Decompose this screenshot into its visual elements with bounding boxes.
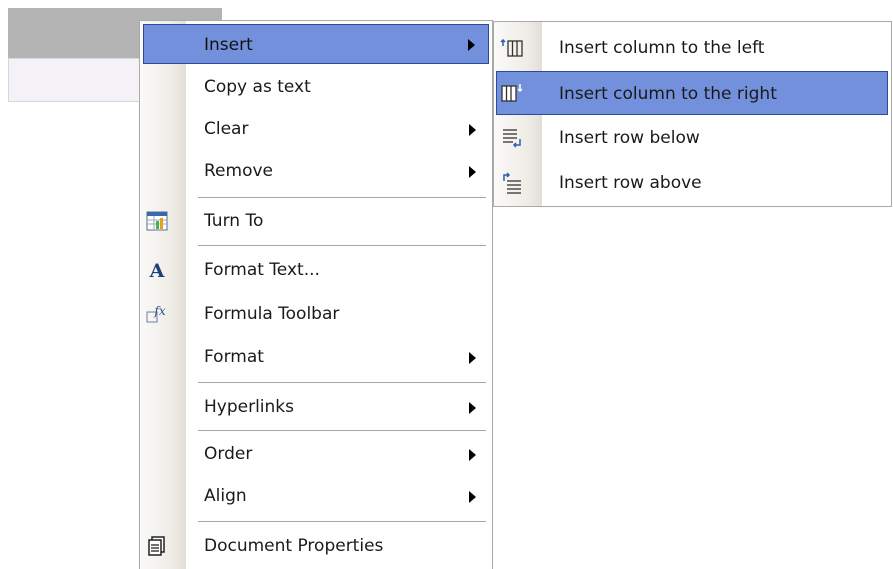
menu-item-label: Copy as text	[204, 77, 311, 97]
format-text-icon: A	[149, 260, 165, 280]
menu-separator	[198, 382, 486, 383]
menu-item-hyperlinks[interactable]: Hyperlinks	[140, 387, 492, 427]
submenu-arrow-icon	[469, 402, 476, 414]
menu-item-label: Turn To	[204, 211, 264, 231]
menu-item-label: Insert	[204, 35, 253, 55]
svg-text:A: A	[149, 260, 165, 280]
insert-column-left-icon	[500, 38, 523, 57]
svg-text:fx: fx	[153, 304, 165, 318]
menu-item-formula-toolbar[interactable]: fx Formula Toolbar	[140, 294, 492, 334]
menu-item-order[interactable]: Order	[140, 434, 492, 474]
formula-icon: fx	[146, 304, 166, 323]
menu-separator	[198, 521, 486, 522]
menu-item-label: Format	[204, 347, 264, 367]
submenu-item-insert-row-below[interactable]: Insert row below	[494, 116, 891, 160]
menu-item-turn-to[interactable]: Turn To	[140, 201, 492, 241]
submenu-arrow-icon	[469, 449, 476, 461]
submenu-arrow-icon	[469, 166, 476, 178]
menu-separator	[198, 197, 486, 198]
submenu-item-label: Insert row above	[559, 173, 702, 193]
menu-item-format-text[interactable]: A Format Text...	[140, 250, 492, 290]
insert-submenu: Insert column to the left Insert column …	[493, 21, 892, 207]
submenu-arrow-icon	[469, 491, 476, 503]
document-properties-icon	[148, 536, 165, 556]
menu-item-insert[interactable]: Insert	[143, 24, 489, 64]
menu-item-label: Document Properties	[204, 536, 384, 556]
insert-row-below-icon	[503, 129, 521, 148]
chart-icon	[146, 211, 168, 231]
menu-separator	[198, 430, 486, 431]
menu-item-label: Clear	[204, 119, 249, 139]
menu-item-label: Formula Toolbar	[204, 304, 340, 324]
menu-separator	[198, 245, 486, 246]
menu-item-label: Remove	[204, 161, 273, 181]
context-menu: Insert Copy as text Clear Remove Turn To…	[139, 20, 493, 569]
submenu-arrow-icon	[469, 352, 476, 364]
menu-item-format[interactable]: Format	[140, 337, 492, 377]
submenu-item-insert-row-above[interactable]: Insert row above	[494, 161, 891, 205]
menu-item-remove[interactable]: Remove	[140, 151, 492, 191]
submenu-item-insert-column-right[interactable]: Insert column to the right	[496, 71, 888, 115]
submenu-arrow-icon	[469, 124, 476, 136]
menu-item-label: Order	[204, 444, 253, 464]
submenu-item-insert-column-left[interactable]: Insert column to the left	[494, 26, 891, 70]
menu-item-copy-as-text[interactable]: Copy as text	[140, 67, 492, 107]
insert-row-above-icon	[503, 172, 521, 194]
menu-item-label: Hyperlinks	[204, 397, 295, 417]
menu-item-document-properties[interactable]: Document Properties	[140, 526, 492, 566]
submenu-item-label: Insert column to the right	[559, 84, 777, 104]
insert-column-right-icon	[501, 84, 523, 102]
submenu-item-label: Insert column to the left	[559, 38, 765, 58]
submenu-arrow-icon	[468, 39, 475, 51]
menu-item-label: Format Text...	[204, 260, 320, 280]
menu-item-align[interactable]: Align	[140, 476, 492, 516]
menu-item-label: Align	[204, 486, 247, 506]
menu-item-clear[interactable]: Clear	[140, 109, 492, 149]
submenu-item-label: Insert row below	[559, 128, 700, 148]
